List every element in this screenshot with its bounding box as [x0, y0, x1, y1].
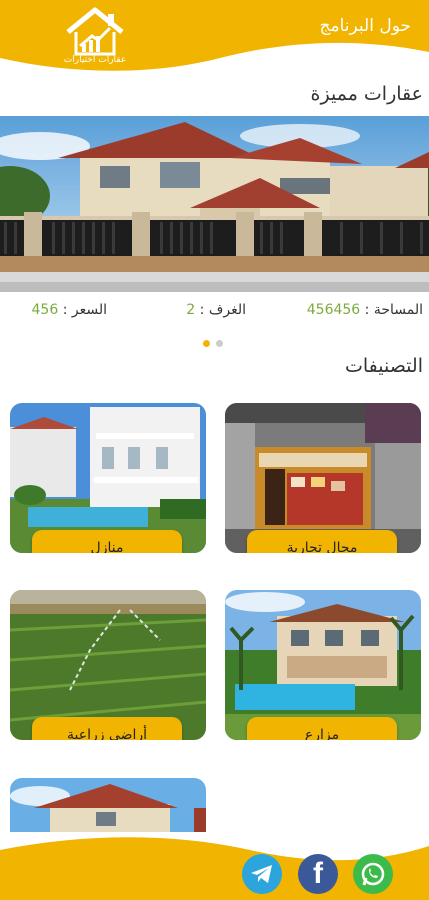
category-label-shops[interactable]: محال تجارية	[247, 530, 397, 553]
categories-section-title: التصنيفات	[344, 355, 423, 377]
category-card-farms[interactable]: مزارع	[225, 590, 421, 740]
price-label: السعر :	[62, 302, 107, 318]
rooms-info: الغرف : 2	[186, 302, 246, 318]
featured-property-image[interactable]	[0, 116, 429, 292]
logo-text: عقارات اختيارات	[63, 55, 127, 65]
area-label: المساحة :	[364, 302, 423, 318]
category-label-houses[interactable]: منازل	[32, 530, 182, 553]
category-card-agricultural-land[interactable]: أراضي زراعية	[10, 590, 206, 740]
app-header: عقارات اختيارات حول البرنامج	[0, 0, 429, 80]
featured-section-title: عقارات مميزة	[310, 83, 423, 105]
facebook-icon[interactable]: f	[298, 854, 338, 894]
price-value: 456	[31, 302, 59, 318]
villa-red-roof-image	[10, 778, 206, 832]
featured-info-row: المساحة : 456456 الغرف : 2 السعر : 456	[0, 302, 429, 324]
rooms-label: الغرف :	[199, 302, 246, 318]
about-app-link[interactable]: حول البرنامج	[320, 16, 411, 36]
app-footer: f	[0, 832, 429, 900]
price-info: السعر : 456	[32, 302, 107, 318]
category-card-houses[interactable]: منازل	[10, 403, 206, 553]
telegram-icon[interactable]	[242, 854, 282, 894]
area-value: 456456	[306, 302, 361, 318]
category-label-agricultural-land[interactable]: أراضي زراعية	[32, 717, 182, 740]
whatsapp-icon[interactable]	[353, 854, 393, 894]
category-card-villas[interactable]	[10, 778, 206, 832]
rooms-value: 2	[186, 302, 196, 318]
category-label-farms[interactable]: مزارع	[247, 717, 397, 740]
slider-dots	[203, 332, 229, 351]
slider-dot[interactable]	[216, 340, 223, 347]
area-info: المساحة : 456456	[307, 302, 423, 318]
slider-dot-active[interactable]	[203, 340, 210, 347]
category-card-shops[interactable]: محال تجارية	[225, 403, 421, 553]
